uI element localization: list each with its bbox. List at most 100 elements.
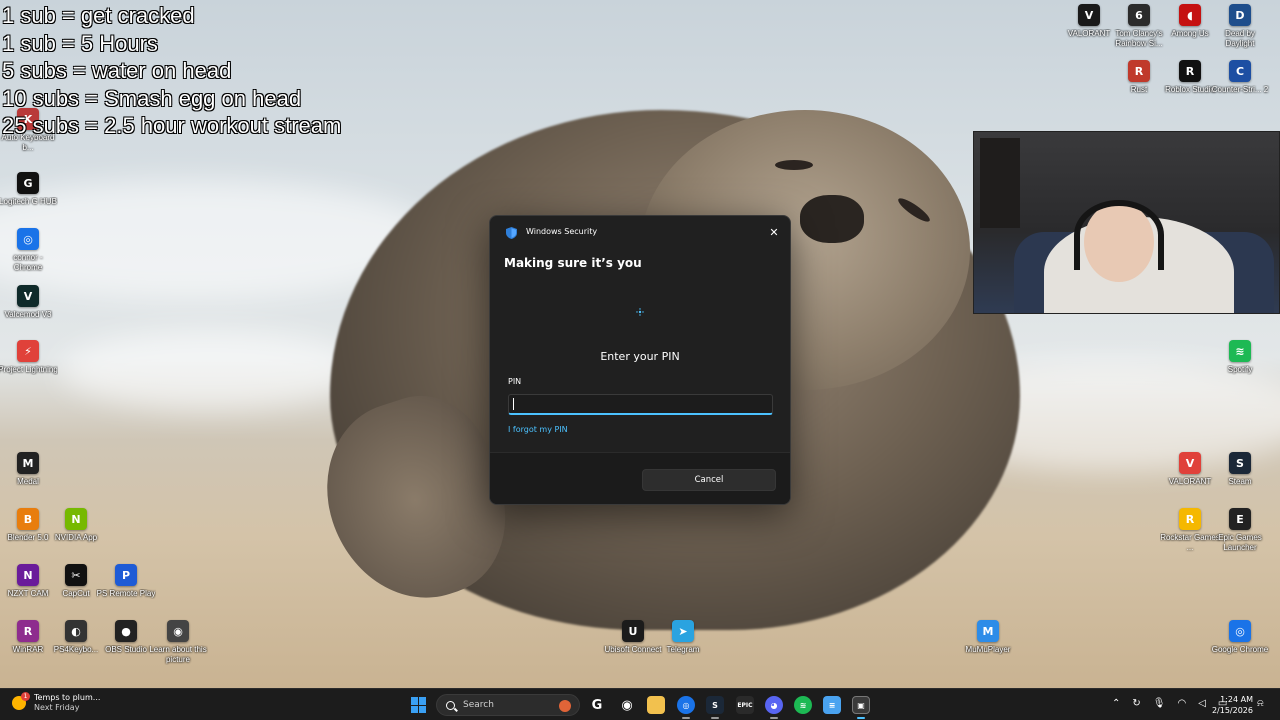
sub-goal-line: 5 subs = water on head (2, 58, 232, 83)
seal-eye (775, 160, 813, 170)
dialog-titlebar: Windows Security ✕ (490, 216, 790, 248)
desktop-icon-label: NVIDIA App (54, 533, 98, 542)
medal-icon: M (17, 452, 39, 474)
desktop-icon-label: Learn about this picture (149, 645, 207, 664)
pin-prompt: Enter your PIN (600, 350, 680, 363)
desktop-icon[interactable]: S Steam (1212, 452, 1268, 487)
epic-games-icon[interactable]: EPIC (736, 696, 754, 714)
sub-goal-line: 10 subs = Smash egg on head (2, 85, 302, 111)
rockstar-icon: R (1179, 508, 1201, 530)
desktop-icon-label: Steam (1228, 477, 1252, 486)
ps-remote-icon: P (115, 564, 137, 586)
desktop-icon[interactable]: M MuMuPlayer (960, 620, 1016, 655)
loading-spinner-icon (636, 308, 644, 316)
pin-label: PIN (508, 377, 522, 386)
desktop-icon[interactable]: ≋ Spotify (1212, 340, 1268, 375)
desktop-icon[interactable]: ◉ Learn about this picture (149, 620, 207, 665)
desktop-icon-label: MuMuPlayer (965, 645, 1011, 654)
desktop-icon-label: Telegram (666, 645, 700, 654)
seal-nose (800, 195, 864, 243)
chrome-icon: ◎ (17, 228, 39, 250)
notepad-icon[interactable]: ≡ (823, 696, 841, 714)
sub-goal-line: 1 sub = 5 Hours (2, 30, 158, 56)
wifi-icon[interactable]: ◠ (1177, 698, 1186, 709)
running-indicator (682, 717, 690, 719)
chrome-icon[interactable]: ◎ (677, 696, 695, 714)
epic-icon: E (1229, 508, 1251, 530)
roblox-icon: R (1179, 60, 1201, 82)
dialog-footer: Cancel (490, 452, 790, 504)
obs-icon[interactable]: ◉ (618, 696, 636, 714)
desktop-icon[interactable]: ➤ Telegram (655, 620, 711, 655)
steam-icon[interactable]: S (706, 696, 724, 714)
desktop-icon[interactable]: N NVIDIA App (48, 508, 104, 543)
taskbar-search[interactable]: Search (436, 694, 580, 716)
headset-icon (1074, 200, 1164, 270)
ubisoft-icon: U (622, 620, 644, 642)
cancel-button[interactable]: Cancel (642, 469, 776, 491)
desktop-icon[interactable]: ◎ Google Chrome (1212, 620, 1268, 655)
desktop-icon[interactable]: ◎ connor - Chrome (0, 228, 56, 273)
notification-badge: 1 (21, 692, 30, 701)
desktop-icon-label: PS Remote Play (96, 589, 156, 598)
blender-icon: B (17, 508, 39, 530)
microphone-icon[interactable]: 🎙︎ (1153, 698, 1166, 709)
desktop-icon[interactable]: M Medal (0, 452, 56, 487)
logitech-icon[interactable]: G (588, 696, 606, 714)
desktop-icon[interactable]: 6 Tom Clancy's Rainbow Si... (1111, 4, 1167, 49)
valorant-icon: V (1179, 452, 1201, 474)
clock-date: 2/15/2026 (1211, 706, 1253, 715)
notification-bell-icon[interactable]: ⍾ (1257, 698, 1269, 710)
sub-goal-line: 25 subs = 2.5 hour workout stream (2, 113, 342, 138)
discord-icon[interactable]: ◕ (765, 696, 783, 714)
stream-sub-goals: 1 sub = get cracked 1 sub = 5 Hours 5 su… (2, 2, 341, 140)
nzxt-icon: N (17, 564, 39, 586)
active-window-indicator (857, 717, 865, 719)
desktop-icon[interactable]: C Counter-Stri... 2 (1212, 60, 1268, 95)
chevron-up-icon[interactable]: ⌃ (1112, 698, 1120, 709)
valorant-icon: V (1078, 4, 1100, 26)
spotify-icon[interactable]: ≋ (794, 696, 812, 714)
security-app-icon[interactable]: ▣ (852, 696, 870, 714)
desktop-icon[interactable]: ● OBS Studio (98, 620, 154, 655)
desktop-icon[interactable]: R Rust (1111, 60, 1167, 95)
dialog-heading: Making sure it’s you (504, 256, 642, 270)
desktop-icon[interactable]: P PS Remote Play (96, 564, 156, 599)
desktop-icon[interactable]: D Dead by Daylight (1212, 4, 1268, 49)
rainbow-six-icon: 6 (1128, 4, 1150, 26)
taskbar: 1 Temps to plum... Next Friday Search G … (0, 688, 1280, 720)
desktop-icon-label: Valcemod V3 (4, 310, 52, 319)
sync-icon[interactable]: ↻ (1132, 698, 1140, 709)
desktop-icon-label: Counter-Stri... 2 (1211, 85, 1269, 94)
shield-icon (506, 227, 517, 239)
desktop-icon[interactable]: ⚡ Project Lightning (0, 340, 58, 375)
desktop-icon[interactable]: V Valcemod V3 (0, 285, 56, 320)
sub-goal-line: 1 sub = get cracked (2, 3, 195, 28)
close-icon[interactable]: ✕ (766, 224, 782, 240)
desktop-icon-label: connor - Chrome (13, 253, 43, 272)
dialog-app-name: Windows Security (526, 227, 598, 236)
rust-icon: R (1128, 60, 1150, 82)
desktop-icon[interactable]: E Epic Games Launcher (1212, 508, 1268, 553)
running-indicator (770, 717, 778, 719)
forgot-pin-link[interactable]: I forgot my PIN (508, 425, 568, 434)
desktop-icon-label: OBS Studio (105, 645, 147, 654)
search-icon (446, 700, 455, 710)
file-explorer-icon[interactable] (647, 696, 665, 714)
weather-title: Temps to plum... (34, 693, 101, 702)
valcemod-icon: V (17, 285, 39, 307)
pin-input[interactable] (508, 394, 773, 415)
among-us-icon: ◖ (1179, 4, 1201, 26)
chrome-icon: ◎ (1229, 620, 1251, 642)
start-button[interactable] (411, 697, 427, 713)
desktop-icon[interactable]: G Logitech G HUB (0, 172, 57, 207)
text-caret (513, 398, 514, 410)
mumu-icon: M (977, 620, 999, 642)
windows-security-dialog: Windows Security ✕ Making sure it’s you … (489, 215, 791, 505)
weather-widget[interactable]: 1 Temps to plum... Next Friday (12, 692, 101, 713)
taskbar-clock[interactable]: 1:24 AM 2/15/2026 (1205, 694, 1253, 716)
logitech-icon: G (17, 172, 39, 194)
dbd-icon: D (1229, 4, 1251, 26)
desktop-icon-label: Epic Games Launcher (1218, 533, 1262, 552)
search-highlight-icon (559, 700, 571, 712)
